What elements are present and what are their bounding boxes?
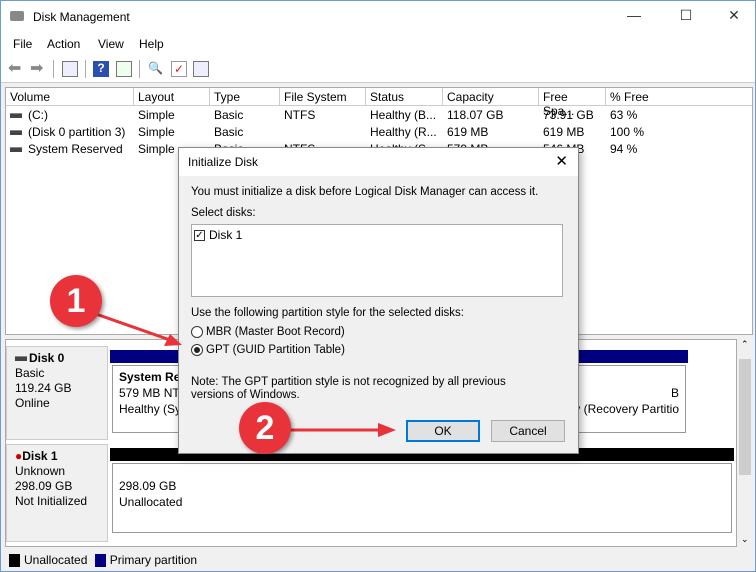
annotation-arrows (95, 312, 396, 437)
annotation-badge-1: 1 (50, 275, 102, 327)
arrow-2-head (378, 423, 396, 437)
annotation-badge-2: 2 (239, 402, 291, 454)
arrow-1 (95, 312, 171, 342)
